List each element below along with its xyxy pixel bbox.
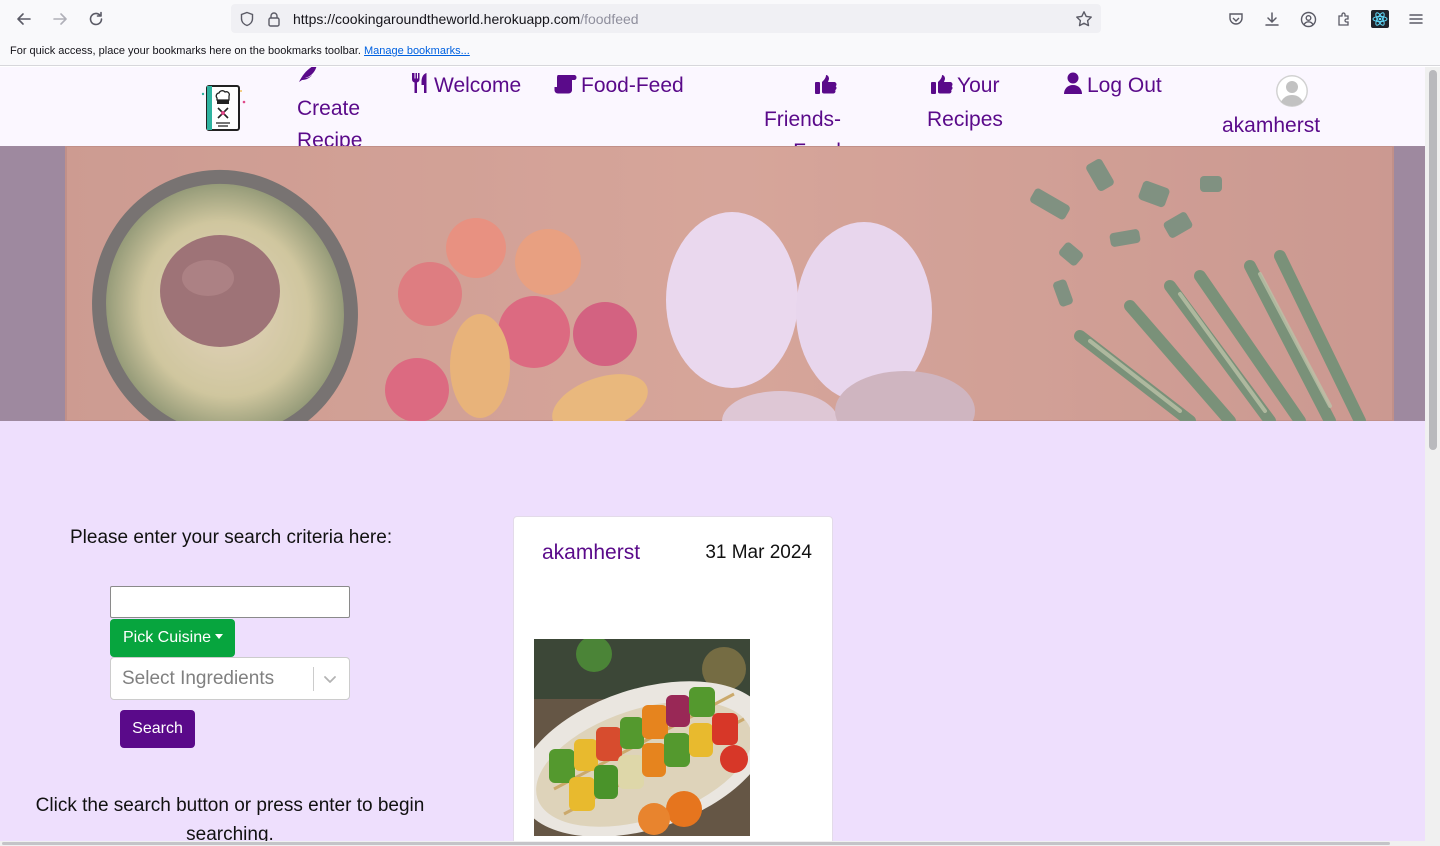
horizontal-scrollbar-thumb[interactable] [2,842,1390,845]
recipe-image[interactable] [534,639,750,836]
search-heading: Please enter your search criteria here: [70,527,393,548]
recipe-card[interactable]: akamherst 31 Mar 2024 [513,516,833,846]
reload-icon[interactable] [83,7,109,31]
nav-welcome-label: Welcome [434,74,522,97]
nav-your-recipes[interactable]: Your Recipes [927,70,1003,136]
site-logo[interactable] [200,82,248,134]
feather-icon [297,67,319,93]
downloads-icon[interactable] [1259,7,1285,31]
thumbs-up-icon [931,72,953,104]
card-username[interactable]: akamherst [542,541,640,565]
react-devtools-icon[interactable] [1367,7,1393,31]
nav-welcome[interactable]: Welcome [410,70,521,104]
account-icon[interactable] [1295,7,1321,31]
bookmark-star-icon[interactable] [1075,10,1093,28]
user-icon [1063,72,1083,104]
nav-food-feed-label: Food-Feed [581,74,684,97]
ingredients-placeholder: Select Ingredients [122,668,275,689]
url-text[interactable]: https://cookingaroundtheworld.herokuapp.… [293,11,639,27]
pick-cuisine-label: Pick Cuisine [123,629,212,646]
search-panel: Please enter your search criteria here: … [0,421,460,846]
nav-create-recipe[interactable]: Create Recipe [297,67,362,157]
search-input[interactable] [110,586,350,618]
url-host: https://cookingaroundtheworld.herokuapp.… [293,11,581,27]
ingredients-select[interactable]: Select Ingredients [110,657,350,700]
pick-cuisine-dropdown[interactable]: Pick Cuisine [110,619,235,657]
nav-username[interactable]: akamherst [1222,110,1320,142]
manage-bookmarks-link[interactable]: Manage bookmarks... [364,45,470,57]
bookmarks-toolbar: For quick access, place your bookmarks h… [0,38,1440,66]
nav-your-label-1: Your [957,74,1000,97]
nav-log-out[interactable]: Log Out [1063,70,1162,104]
nav-create-label-1: Create [297,97,361,120]
nav-your-label-2: Recipes [927,108,1003,131]
browser-toolbar: https://cookingaroundtheworld.herokuapp.… [0,0,1440,38]
address-bar[interactable]: https://cookingaroundtheworld.herokuapp.… [231,4,1101,33]
search-help-text: Click the search button or press enter t… [35,795,425,845]
bookmarks-hint: For quick access, place your bookmarks h… [10,45,361,57]
tracking-shield-icon[interactable] [238,10,256,28]
page-viewport: Create Recipe Welcome Food-Feed Friends-… [0,67,1425,846]
search-button[interactable]: Search [120,710,195,748]
site-navbar: Create Recipe Welcome Food-Feed Friends-… [0,67,1425,163]
url-path: /foodfeed [580,11,639,27]
extensions-icon[interactable] [1331,7,1357,31]
chevron-down-icon[interactable] [322,671,338,692]
back-icon[interactable] [11,7,37,31]
nav-friends-label-1: Friends- [763,108,841,131]
card-date: 31 Mar 2024 [705,542,812,563]
menu-icon[interactable] [1403,7,1429,31]
pocket-icon[interactable] [1223,7,1249,31]
caret-down-icon [215,634,224,639]
forward-icon[interactable] [47,7,73,31]
utensils-icon [410,72,430,104]
select-divider [313,667,314,691]
nav-food-feed[interactable]: Food-Feed [553,70,684,104]
lock-icon[interactable] [265,10,283,28]
scroll-icon [553,72,577,104]
nav-log-out-label: Log Out [1087,74,1162,97]
hero-banner-image [0,146,1425,421]
vertical-scrollbar-thumb[interactable] [1429,70,1437,450]
thumbs-up-icon [815,72,837,104]
user-avatar[interactable] [1276,75,1308,107]
